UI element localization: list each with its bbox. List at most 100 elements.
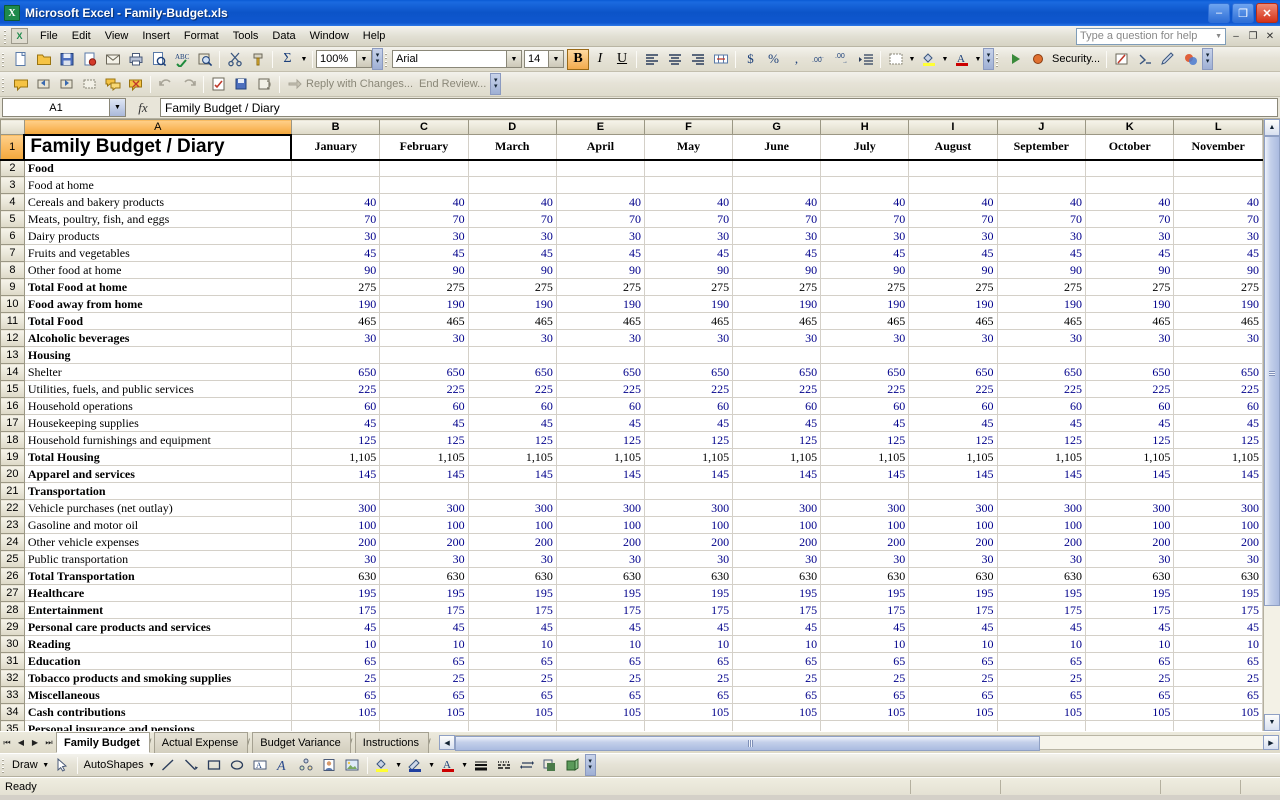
cell-E11[interactable]: 465 [556,312,645,330]
line-style-icon[interactable] [470,754,493,776]
sheet-tab-actual-expense[interactable]: Actual Expense [153,732,249,753]
cell-E32[interactable]: 25 [556,669,645,687]
row-header-9[interactable]: 9 [0,278,25,296]
vertical-scrollbar[interactable]: ▲ ▼ [1263,119,1280,731]
cell-I2[interactable] [908,159,998,177]
cell-C11[interactable]: 465 [379,312,469,330]
cell-J12[interactable]: 30 [997,329,1087,347]
cell-A33[interactable]: Miscellaneous [24,686,292,704]
column-header-A[interactable]: A [23,119,292,135]
select-all-button[interactable] [0,119,25,135]
cell-D23[interactable]: 100 [468,516,557,534]
cell-H18[interactable]: 125 [820,431,910,449]
row-header-25[interactable]: 25 [0,550,25,568]
cell-F11[interactable]: 465 [644,312,734,330]
cell-D9[interactable]: 275 [468,278,557,296]
cell-G22[interactable]: 300 [732,499,822,517]
cell-J27[interactable]: 195 [997,584,1087,602]
cell-D26[interactable]: 630 [468,567,557,585]
cell-L21[interactable] [1173,482,1263,500]
cell-L4[interactable]: 40 [1173,193,1263,211]
cell-L10[interactable]: 190 [1173,295,1263,313]
cell-K13[interactable] [1085,346,1175,364]
cell-D6[interactable]: 30 [468,227,557,245]
menu-data[interactable]: Data [265,27,302,45]
cell-G33[interactable]: 65 [732,686,822,704]
cell-J6[interactable]: 30 [997,227,1087,245]
cell-D8[interactable]: 90 [468,261,557,279]
cell-F33[interactable]: 65 [644,686,734,704]
month-header-july[interactable]: July [820,134,910,161]
cell-H32[interactable]: 25 [820,669,910,687]
cell-K9[interactable]: 275 [1085,278,1175,296]
rectangle-icon[interactable] [203,754,226,776]
month-header-november[interactable]: November [1173,134,1263,161]
cell-I8[interactable]: 90 [908,261,998,279]
close-button[interactable]: ✕ [1256,3,1278,23]
cell-H7[interactable]: 45 [820,244,910,262]
column-header-I[interactable]: I [908,119,998,135]
cell-G12[interactable]: 30 [732,329,822,347]
cell-H3[interactable] [820,176,910,194]
cell-A30[interactable]: Reading [24,635,292,653]
cell-D20[interactable]: 145 [468,465,557,483]
cell-K30[interactable]: 10 [1085,635,1175,653]
cell-F7[interactable]: 45 [644,244,734,262]
cell-B6[interactable]: 30 [291,227,381,245]
cell-K8[interactable]: 90 [1085,261,1175,279]
undo-icon[interactable] [154,73,177,95]
oval-icon[interactable] [226,754,249,776]
cell-B5[interactable]: 70 [291,210,381,228]
cell-A2[interactable]: Food [24,159,292,177]
cell-L28[interactable]: 175 [1173,601,1263,619]
cell-G26[interactable]: 630 [732,567,822,585]
row-header-21[interactable]: 21 [0,482,25,500]
cell-B17[interactable]: 45 [291,414,381,432]
cell-L32[interactable]: 25 [1173,669,1263,687]
cell-B7[interactable]: 45 [291,244,381,262]
cell-G9[interactable]: 275 [732,278,822,296]
cell-A5[interactable]: Meats, poultry, fish, and eggs [24,210,292,228]
cell-L7[interactable]: 45 [1173,244,1263,262]
cell-D16[interactable]: 60 [468,397,557,415]
show-all-comments-icon[interactable] [101,73,124,95]
cell-D32[interactable]: 25 [468,669,557,687]
font-color-icon[interactable]: A [437,754,460,776]
cell-L35[interactable] [1173,720,1263,731]
chevron-down-icon[interactable]: ▼ [548,51,563,67]
cell-H10[interactable]: 190 [820,295,910,313]
cell-G8[interactable]: 90 [732,261,822,279]
cell-E24[interactable]: 200 [556,533,645,551]
cell-H15[interactable]: 225 [820,380,910,398]
column-header-L[interactable]: L [1173,119,1263,135]
cell-J23[interactable]: 100 [997,516,1087,534]
send-to-mail-recipient-icon[interactable] [253,73,276,95]
row-header-14[interactable]: 14 [0,363,25,381]
cell-A29[interactable]: Personal care products and services [24,618,292,636]
row-header-28[interactable]: 28 [0,601,25,619]
permission-icon[interactable] [78,48,101,70]
cell-J8[interactable]: 90 [997,261,1087,279]
cell-C20[interactable]: 145 [379,465,469,483]
cell-J26[interactable]: 630 [997,567,1087,585]
print-preview-icon[interactable] [147,48,170,70]
hide-comment-icon[interactable] [78,73,101,95]
cell-D5[interactable]: 70 [468,210,557,228]
cell-C26[interactable]: 630 [379,567,469,585]
cell-G16[interactable]: 60 [732,397,822,415]
cell-C6[interactable]: 30 [379,227,469,245]
arrow-icon[interactable] [180,754,203,776]
menu-tools[interactable]: Tools [226,27,266,45]
cell-F2[interactable] [644,159,734,177]
cell-L23[interactable]: 100 [1173,516,1263,534]
fill-color-icon[interactable] [917,48,940,70]
cell-G20[interactable]: 145 [732,465,822,483]
cell-B19[interactable]: 1,105 [291,448,381,466]
cell-J2[interactable] [997,159,1087,177]
cell-C14[interactable]: 650 [379,363,469,381]
cell-D13[interactable] [468,346,557,364]
sheet-tab-budget-variance[interactable]: Budget Variance [252,732,351,753]
cell-K19[interactable]: 1,105 [1085,448,1175,466]
cell-I5[interactable]: 70 [908,210,998,228]
cell-G25[interactable]: 30 [732,550,822,568]
